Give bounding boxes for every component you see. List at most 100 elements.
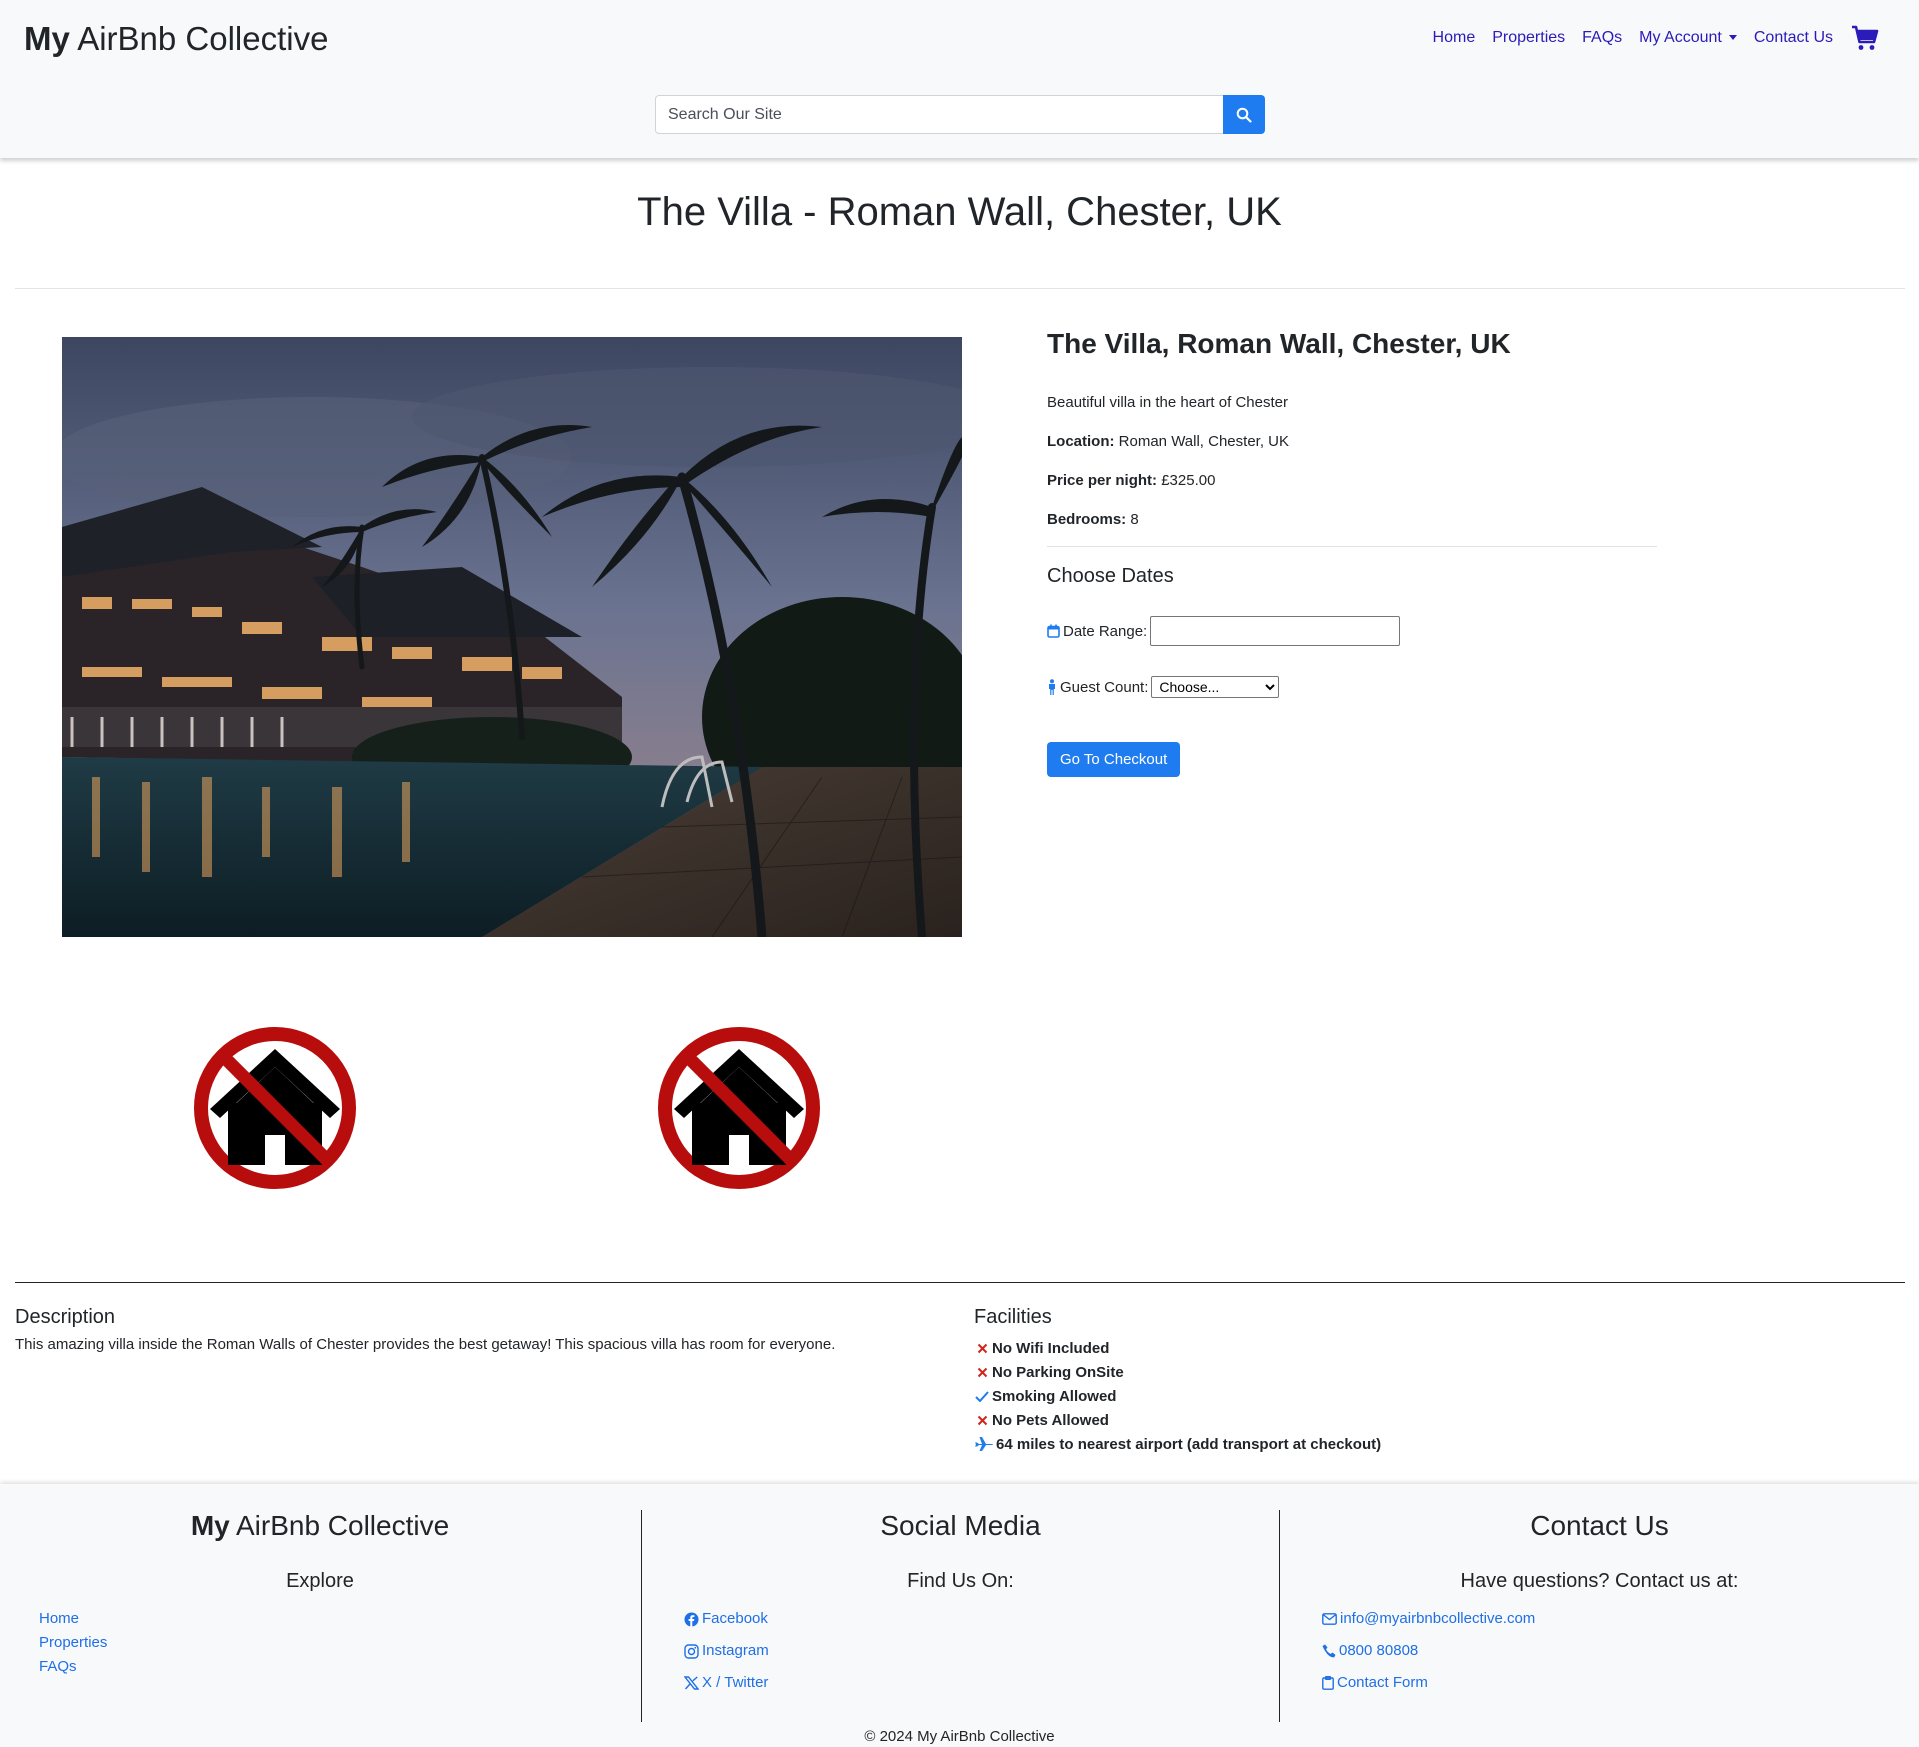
x-twitter-label: X / Twitter	[702, 1674, 769, 1691]
footer-brand: My AirBnb Collective	[0, 1510, 640, 1542]
nav-home[interactable]: Home	[1433, 29, 1476, 47]
property-title: The Villa, Roman Wall, Chester, UK	[1047, 328, 1511, 359]
description-section: Description This amazing villa inside th…	[15, 1306, 915, 1353]
contact-sub: Have questions? Contact us at:	[1460, 1570, 1739, 1592]
explore-heading: Explore	[286, 1570, 354, 1592]
property-location: Location: Roman Wall, Chester, UK	[1047, 433, 1657, 450]
facility-item: No Wifi Included	[974, 1336, 1674, 1360]
footer-brand-column: My AirBnb Collective Explore Home Proper…	[0, 1510, 640, 1722]
page-title: The Villa - Roman Wall, Chester, UK	[637, 190, 1282, 234]
bedrooms-value: 8	[1130, 511, 1139, 528]
facility-item: No Pets Allowed	[974, 1408, 1674, 1432]
facilities-section: Facilities No Wifi Included No Parking O…	[974, 1306, 1674, 1456]
footer-brand-rest: AirBnb Collective	[229, 1510, 450, 1541]
site-footer: My AirBnb Collective Explore Home Proper…	[0, 1484, 1919, 1747]
property-price: Price per night: £325.00	[1047, 472, 1657, 489]
brand-rest: AirBnb Collective	[69, 20, 329, 57]
explore-links: Home Properties FAQs	[0, 1607, 640, 1679]
cross-icon	[977, 1367, 987, 1377]
nav-faqs[interactable]: FAQs	[1582, 29, 1622, 47]
go-to-checkout-button[interactable]: Go To Checkout	[1047, 742, 1181, 777]
bedrooms-label: Bedrooms:	[1047, 511, 1127, 528]
footer-link-home[interactable]: Home	[39, 1607, 640, 1631]
no-home-icon	[194, 1027, 356, 1189]
property-tagline: Beautiful villa in the heart of Chester	[1047, 394, 1288, 411]
instagram-icon	[684, 1643, 699, 1659]
instagram-link[interactable]: Instagram	[684, 1639, 1279, 1671]
clipboard-icon	[1322, 1676, 1334, 1690]
description-heading: Description	[15, 1306, 116, 1328]
search-icon	[1236, 107, 1252, 123]
divider	[1047, 546, 1657, 547]
property-details: The Villa, Roman Wall, Chester, UK Beaut…	[1047, 328, 1657, 777]
no-home-icon	[658, 1027, 820, 1189]
email-label: info@myairbnbcollective.com	[1340, 1610, 1536, 1627]
contact-form-label: Contact Form	[1337, 1674, 1428, 1691]
description-text: This amazing villa inside the Roman Wall…	[15, 1336, 836, 1353]
facebook-link[interactable]: Facebook	[684, 1607, 1279, 1639]
social-links: Facebook Instagram X / Twitter	[642, 1607, 1279, 1703]
search-button[interactable]	[1223, 95, 1265, 134]
envelope-icon	[1322, 1613, 1337, 1625]
phone-link[interactable]: 0800 80808	[1322, 1639, 1919, 1671]
nav-properties[interactable]: Properties	[1492, 29, 1565, 47]
brand-bold: My	[24, 20, 70, 57]
facility-item: Smoking Allowed	[974, 1384, 1674, 1408]
footer-social-column: Social Media Find Us On: Facebook Instag…	[641, 1510, 1279, 1722]
facility-text: 64 miles to nearest airport (add transpo…	[996, 1435, 1382, 1453]
site-header: My AirBnb Collective Home Properties FAQ…	[0, 0, 1919, 158]
facilities-heading: Facilities	[974, 1306, 1052, 1328]
check-icon	[975, 1390, 989, 1402]
location-label: Location:	[1047, 433, 1115, 450]
footer-contact-column: Contact Us Have questions? Contact us at…	[1279, 1510, 1919, 1722]
contact-heading: Contact Us	[1530, 1510, 1669, 1541]
property-bedrooms: Bedrooms: 8	[1047, 511, 1657, 528]
cross-icon	[977, 1343, 987, 1353]
date-range-input[interactable]	[1150, 616, 1401, 646]
nav-contact-us[interactable]: Contact Us	[1754, 29, 1833, 47]
date-range-row: Date Range:	[1047, 616, 1657, 646]
facility-item: No Parking OnSite	[974, 1360, 1674, 1384]
guest-count-select[interactable]: Choose...	[1151, 676, 1280, 698]
shopping-cart-icon[interactable]	[1851, 24, 1879, 52]
email-link[interactable]: info@myairbnbcollective.com	[1322, 1607, 1919, 1639]
divider	[15, 288, 1905, 289]
facility-text: Smoking Allowed	[992, 1387, 1117, 1405]
phone-icon	[1322, 1644, 1336, 1658]
facility-item: 64 miles to nearest airport (add transpo…	[974, 1432, 1674, 1456]
x-twitter-icon	[684, 1676, 699, 1690]
site-search	[655, 95, 1265, 134]
facebook-icon	[684, 1612, 699, 1627]
nav-my-account-dropdown[interactable]: My Account	[1639, 29, 1737, 47]
guest-count-label: Guest Count:	[1060, 678, 1149, 696]
facility-text: No Pets Allowed	[992, 1411, 1109, 1429]
footer-link-faqs[interactable]: FAQs	[39, 1655, 640, 1679]
footer-link-properties[interactable]: Properties	[39, 1631, 640, 1655]
nav-my-account-label: My Account	[1639, 29, 1722, 46]
caret-down-icon	[1728, 35, 1737, 41]
calendar-icon	[1047, 624, 1060, 638]
person-icon	[1049, 679, 1055, 695]
location-value: Roman Wall, Chester, UK	[1118, 433, 1290, 450]
guest-count-row: Guest Count: Choose...	[1047, 676, 1657, 698]
instagram-label: Instagram	[702, 1642, 769, 1659]
site-brand[interactable]: My AirBnb Collective	[24, 20, 328, 58]
contact-links: info@myairbnbcollective.com 0800 80808 C…	[1280, 1607, 1919, 1703]
facility-text: No Wifi Included	[992, 1339, 1110, 1357]
x-twitter-link[interactable]: X / Twitter	[684, 1671, 1279, 1703]
divider	[15, 1282, 1905, 1283]
facebook-label: Facebook	[702, 1610, 768, 1627]
price-label: Price per night:	[1047, 472, 1158, 489]
footer-brand-bold: My	[190, 1510, 230, 1541]
search-input[interactable]	[655, 95, 1223, 134]
main-nav: Home Properties FAQs My Account Contact …	[1416, 24, 1879, 52]
property-main-image	[62, 337, 962, 937]
phone-label: 0800 80808	[1339, 1642, 1419, 1659]
price-value: £325.00	[1161, 472, 1216, 489]
plane-icon	[975, 1437, 993, 1451]
cross-icon	[977, 1415, 987, 1425]
choose-dates-heading: Choose Dates	[1047, 565, 1174, 587]
copyright: © 2024 My AirBnb Collective	[864, 1728, 1055, 1745]
contact-form-link[interactable]: Contact Form	[1322, 1671, 1919, 1703]
date-range-label: Date Range:	[1063, 622, 1148, 640]
